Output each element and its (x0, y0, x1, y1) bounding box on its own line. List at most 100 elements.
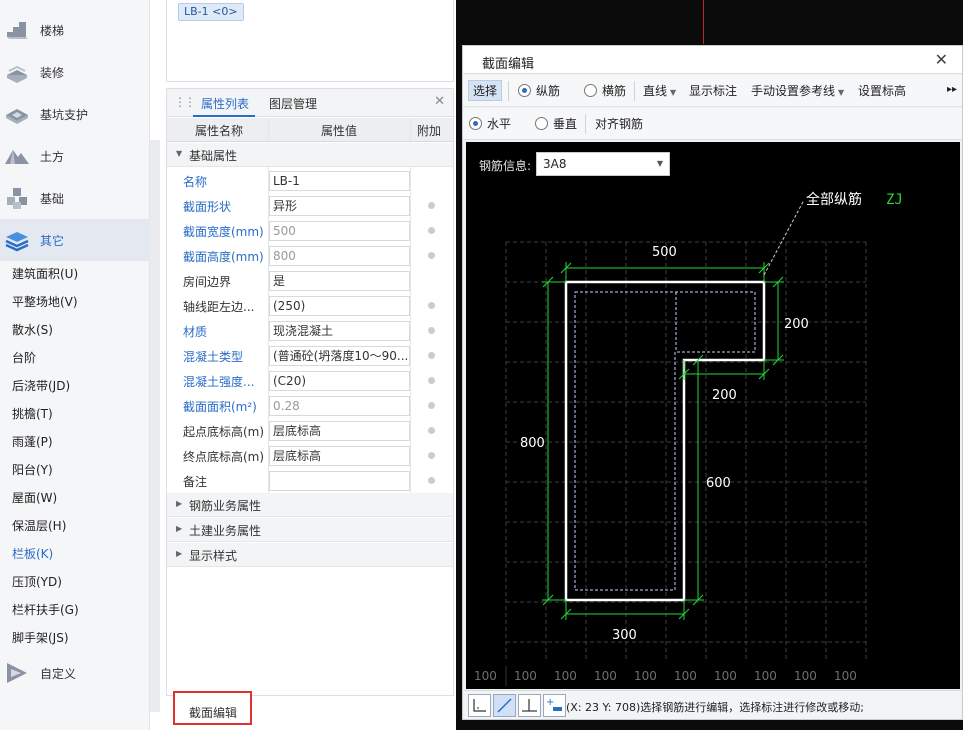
scale-label: 100 (554, 669, 577, 683)
prop-value-input[interactable]: 是 (269, 271, 410, 291)
nav-cat-others[interactable]: 其它 (0, 219, 150, 261)
chevron-down-icon: ▼ (670, 88, 677, 97)
extra-checkbox[interactable] (428, 252, 435, 259)
set-elevation-button[interactable]: 设置标高 (858, 82, 906, 99)
extra-checkbox[interactable] (428, 302, 435, 309)
extra-checkbox[interactable] (428, 452, 435, 459)
prop-name: 截面高度(mm) (183, 250, 264, 264)
horizontal-radio[interactable] (469, 117, 482, 130)
nav-sub-item[interactable]: 平整场地(V) (12, 288, 148, 316)
component-tag-lb1[interactable]: LB-1 <0> (178, 3, 244, 21)
extra-checkbox[interactable] (428, 227, 435, 234)
nav-sub-item[interactable]: 脚手架(JS) (12, 624, 148, 652)
stirrup-label[interactable]: 横筋 (602, 82, 626, 99)
prop-value-input[interactable]: (250) (269, 296, 410, 316)
section-edit-dialog: 截面编辑 ✕ 选择 纵筋 横筋 直线 ▼ 显示标注 手动设置参考线 ▼ 设置标高 ▸… (462, 45, 963, 720)
stairs-icon (7, 22, 28, 39)
stirrup-radio[interactable] (584, 84, 597, 97)
select-button[interactable]: 选择 (468, 80, 503, 101)
tab-property-list[interactable]: 属性列表 (201, 95, 249, 112)
nav-sub-item[interactable]: 栏杆扶手(G) (12, 596, 148, 624)
svg-text:+: + (546, 697, 554, 708)
perpendicular-snap-icon[interactable] (518, 694, 541, 717)
prop-value-input[interactable] (269, 471, 410, 491)
line-dropdown[interactable]: 直线 ▼ (643, 82, 676, 99)
nav-cat-decoration[interactable]: 装修 (0, 51, 150, 93)
manual-reference-dropdown[interactable]: 手动设置参考线 ▼ (751, 82, 844, 99)
more-chevron-icon[interactable]: ▸▸ (947, 84, 957, 95)
prop-row-section-width: 截面宽度(mm) 500 (167, 218, 453, 243)
prop-value-input[interactable]: LB-1 (269, 171, 410, 191)
longitudinal-label[interactable]: 纵筋 (536, 82, 560, 99)
vertical-radio[interactable] (535, 117, 548, 130)
longitudinal-radio[interactable] (518, 84, 531, 97)
tab-layer-management[interactable]: 图层管理 (269, 95, 317, 112)
nav-sub-item[interactable]: 压顶(YD) (12, 568, 148, 596)
section-edit-tab[interactable]: 截面编辑 (173, 691, 252, 725)
section-rebar-properties[interactable]: ▶ 钢筋业务属性 (167, 493, 453, 517)
prop-row-end-elevation: 终点底标高(m) 层底标高 (167, 443, 453, 468)
nav-cat-foundation[interactable]: 基础 (0, 177, 150, 219)
dim-text-inner-right: 600 (706, 476, 731, 491)
extra-checkbox[interactable] (428, 202, 435, 209)
extra-checkbox[interactable] (428, 352, 435, 359)
extra-checkbox[interactable] (428, 327, 435, 334)
nav-cat-custom[interactable]: 自定义 (0, 652, 150, 694)
nav-sub-item[interactable]: 保温层(H) (12, 512, 148, 540)
prop-value-input[interactable]: 层底标高 (269, 421, 410, 441)
header-prop-value: 属性值 (321, 124, 358, 138)
scale-label: 100 (754, 669, 777, 683)
nav-sub-item[interactable]: 散水(S) (12, 316, 148, 344)
section-basic-properties[interactable]: ▼ 基础属性 (167, 143, 453, 167)
ortho-toggle-icon[interactable] (468, 694, 491, 717)
dialog-titlebar[interactable]: 截面编辑 ✕ (463, 46, 962, 74)
prop-value-input[interactable]: 异形 (269, 196, 410, 216)
nav-sub-item[interactable]: 建筑面积(U) (12, 260, 148, 288)
prop-value-input[interactable]: (C20) (269, 371, 410, 391)
toolbar-separator (634, 81, 635, 101)
active-tab-indicator (193, 115, 255, 117)
nav-cat-foundation-pit[interactable]: 基坑支护 (0, 93, 150, 135)
extra-checkbox[interactable] (428, 402, 435, 409)
extra-checkbox[interactable] (428, 377, 435, 384)
extra-checkbox[interactable] (428, 477, 435, 484)
close-icon[interactable]: ✕ (434, 94, 445, 109)
nav-sub-item-selected[interactable]: 栏板(K) (12, 540, 148, 568)
prop-value-input[interactable]: (普通砼(坍落度10～90... (269, 346, 410, 366)
section-civil-properties[interactable]: ▶ 土建业务属性 (167, 518, 453, 542)
prop-value-input[interactable]: 现浇混凝土 (269, 321, 410, 341)
close-icon[interactable]: ✕ (935, 50, 948, 69)
extra-checkbox[interactable] (428, 427, 435, 434)
dynamic-input-icon[interactable]: + (543, 694, 566, 717)
show-dimension-button[interactable]: 显示标注 (689, 82, 737, 99)
dim-text-top: 500 (652, 245, 677, 260)
prop-name: 截面形状 (183, 200, 232, 214)
prop-value-input[interactable]: 层底标高 (269, 446, 410, 466)
scale-label: 100 (834, 669, 857, 683)
scale-label: 100 (674, 669, 697, 683)
vertical-label[interactable]: 垂直 (553, 115, 577, 132)
nav-sub-item[interactable]: 后浇带(JD) (12, 372, 148, 400)
horizontal-label[interactable]: 水平 (487, 115, 511, 132)
dialog-toolbar-primary: 选择 纵筋 横筋 直线 ▼ 显示标注 手动设置参考线 ▼ 设置标高 ▸▸ (463, 75, 962, 107)
header-extra: 附加 (417, 124, 442, 138)
nav-sub-item[interactable]: 屋面(W) (12, 484, 148, 512)
drag-grip-icon[interactable]: ⋮⋮ (174, 95, 196, 109)
section-drawing-canvas[interactable]: 钢筋信息: 3A8 ▼ 全部纵筋 ZJ 500 200 200 800 600 … (466, 142, 960, 689)
align-rebar-button[interactable]: 对齐钢筋 (595, 115, 643, 132)
nav-sub-item[interactable]: 挑檐(T) (12, 400, 148, 428)
left-nav-scrollbar[interactable] (150, 140, 160, 712)
polar-toggle-icon[interactable] (493, 694, 516, 717)
section-display-style[interactable]: ▶ 显示样式 (167, 543, 453, 567)
property-panel: ⋮⋮ 属性列表 图层管理 ✕ 属性名称 属性值 附加 ▼ 基础属性 名称 LB-… (166, 88, 454, 696)
axis-line (703, 0, 704, 44)
nav-sub-item[interactable]: 雨蓬(P) (12, 428, 148, 456)
dialog-title: 截面编辑 (482, 57, 535, 72)
nav-sub-item[interactable]: 阳台(Y) (12, 456, 148, 484)
expand-triangle-icon: ▶ (176, 524, 183, 533)
dimensions (542, 262, 784, 620)
scale-label: 100 (594, 669, 617, 683)
nav-sub-item[interactable]: 台阶 (12, 344, 148, 372)
nav-cat-stairs[interactable]: 楼梯 (0, 9, 150, 51)
nav-cat-earthwork[interactable]: 土方 (0, 135, 150, 177)
